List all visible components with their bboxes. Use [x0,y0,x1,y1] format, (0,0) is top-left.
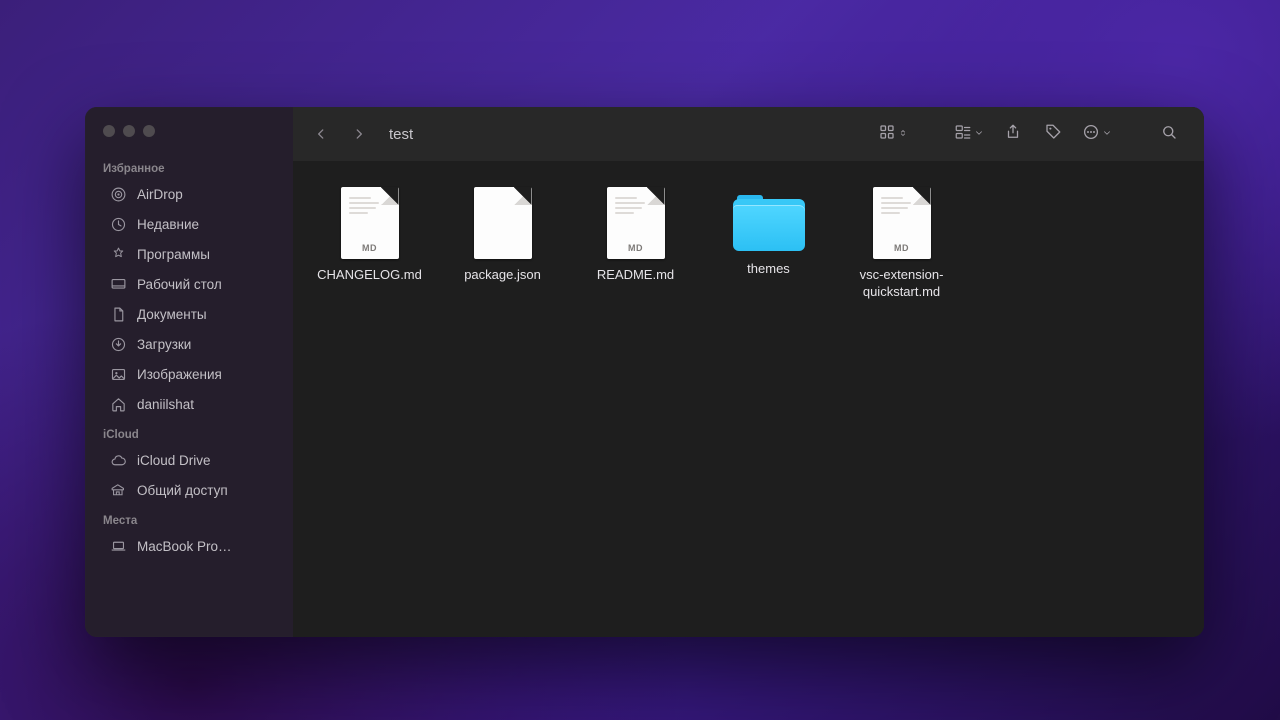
file-name-label: themes [747,261,790,278]
sidebar-item-label: daniilshat [137,397,194,412]
desktop-icon [109,275,127,293]
sidebar-item-label: iCloud Drive [137,453,211,468]
file-name-label: package.json [464,267,541,284]
sidebar-item-shared[interactable]: Общий доступ [91,475,287,505]
sidebar-item-desktop[interactable]: Рабочий стол [91,269,287,299]
pictures-icon [109,365,127,383]
minimize-window-button[interactable] [123,125,135,137]
sidebar-item-documents[interactable]: Документы [91,299,287,329]
document-icon [474,187,532,259]
sidebar-section-heading: iCloud [85,419,293,445]
file-name-label: vsc-extension-quickstart.md [842,267,962,300]
document-icon: MD [341,187,399,259]
more-icon [1082,123,1100,146]
sidebar-item-label: Документы [137,307,207,322]
laptop-icon [109,537,127,555]
actions-button[interactable] [1078,120,1116,148]
sidebar-item-label: Загрузки [137,337,191,352]
zoom-window-button[interactable] [143,125,155,137]
file-item[interactable]: MD vsc-extension-quickstart.md [835,181,968,300]
file-browser[interactable]: MD CHANGELOG.md package.json MD README.md the… [293,161,1204,637]
updown-icon [898,125,908,143]
file-item[interactable]: MD CHANGELOG.md [303,181,436,300]
tags-button[interactable] [1038,120,1068,148]
sidebar-item-home[interactable]: daniilshat [91,389,287,419]
finder-window: Избранное AirDrop Недавние Программы Раб… [85,107,1204,637]
search-icon [1160,123,1178,146]
grid-icon [878,123,896,146]
group-icon [954,123,972,146]
chevron-down-icon [1102,125,1112,143]
sidebar-section-heading: Избранное [85,153,293,179]
folder-icon [733,195,805,253]
file-name-label: README.md [597,267,674,284]
sidebar-item-label: Изображения [137,367,222,382]
documents-icon [109,305,127,323]
window-controls [85,119,293,153]
chevron-down-icon [974,125,984,143]
sidebar-item-airdrop[interactable]: AirDrop [91,179,287,209]
main-area: test MDC [293,107,1204,637]
view-mode-button[interactable] [874,120,912,148]
apps-icon [109,245,127,263]
file-item[interactable]: MD README.md [569,181,702,300]
sidebar-item-applications[interactable]: Программы [91,239,287,269]
sidebar-item-label: Рабочий стол [137,277,222,292]
share-button[interactable] [998,120,1028,148]
sidebar: Избранное AirDrop Недавние Программы Раб… [85,107,293,637]
tag-icon [1044,123,1062,146]
sidebar-item-pictures[interactable]: Изображения [91,359,287,389]
file-type-tag: MD [607,243,665,253]
sidebar-section-heading: Места [85,505,293,531]
downloads-icon [109,335,127,353]
document-icon: MD [873,187,931,259]
airdrop-icon [109,185,127,203]
sidebar-item-recents[interactable]: Недавние [91,209,287,239]
file-type-tag: MD [341,243,399,253]
sidebar-item-label: Программы [137,247,210,262]
sidebar-item-label: MacBook Pro… [137,539,232,554]
sidebar-item-label: Общий доступ [137,483,228,498]
recents-icon [109,215,127,233]
document-icon: MD [607,187,665,259]
sidebar-item-downloads[interactable]: Загрузки [91,329,287,359]
file-item[interactable]: package.json [436,181,569,300]
close-window-button[interactable] [103,125,115,137]
toolbar: test [293,107,1204,161]
forward-button[interactable] [345,120,373,148]
group-by-button[interactable] [950,120,988,148]
share-icon [1004,123,1022,146]
back-button[interactable] [307,120,335,148]
file-type-tag: MD [873,243,931,253]
sidebar-item-icloud-drive[interactable]: iCloud Drive [91,445,287,475]
home-icon [109,395,127,413]
sidebar-item-label: AirDrop [137,187,183,202]
window-title: test [389,126,413,143]
sidebar-item-label: Недавние [137,217,199,232]
sidebar-item-macbook[interactable]: MacBook Pro… [91,531,287,561]
icloud-icon [109,451,127,469]
shared-icon [109,481,127,499]
file-name-label: CHANGELOG.md [317,267,422,284]
folder-item[interactable]: themes [702,181,835,300]
search-button[interactable] [1154,120,1184,148]
